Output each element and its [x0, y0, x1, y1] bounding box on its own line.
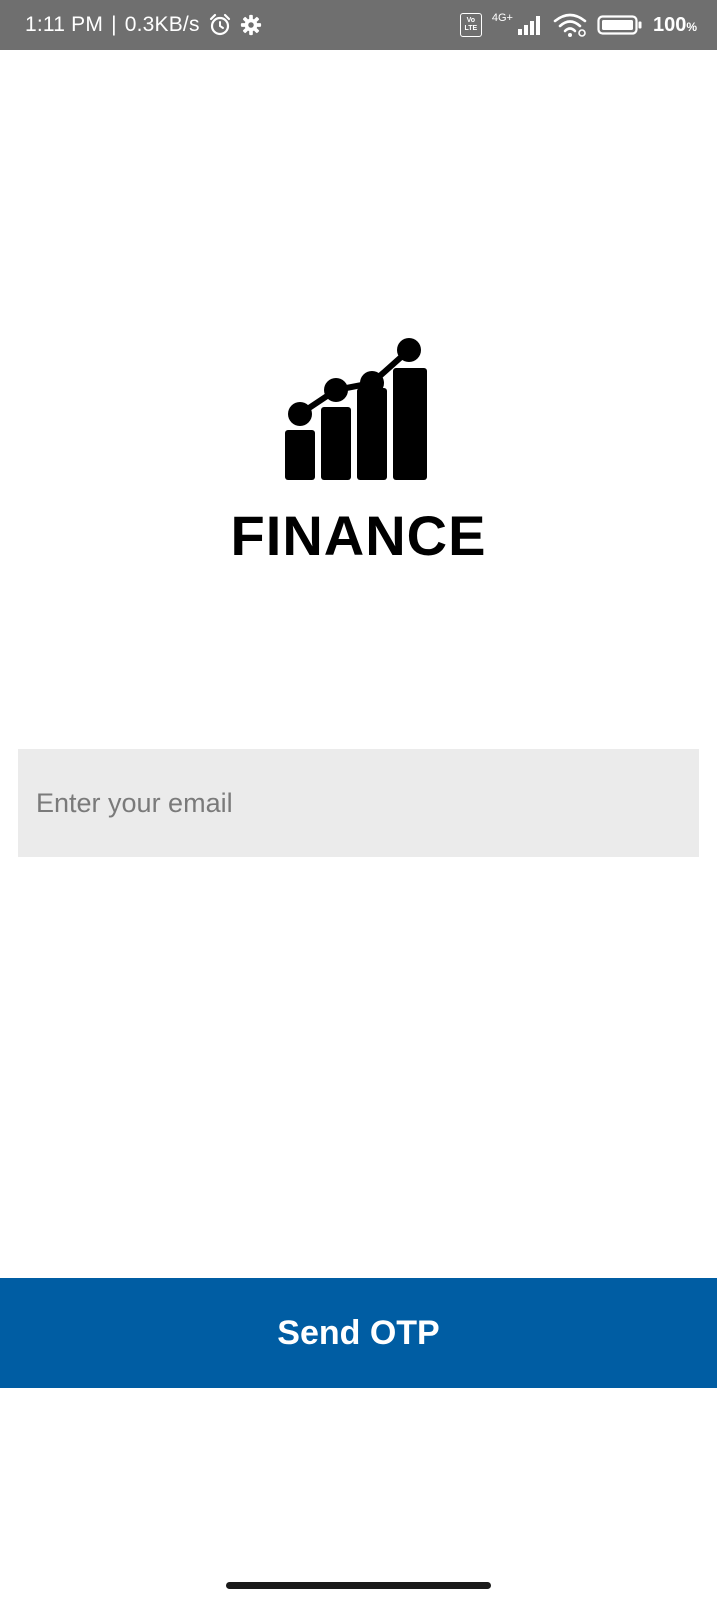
email-field[interactable]: [18, 749, 699, 857]
status-bar: 1:11 PM | 0.3KB/s Vo LTE 4G+ 100%: [0, 0, 717, 50]
battery-percent-value: 100: [652, 13, 687, 36]
gear-icon: [240, 14, 261, 36]
status-right: Vo LTE 4G+ 100%: [459, 0, 697, 50]
send-otp-button[interactable]: Send OTP: [0, 1278, 717, 1388]
app-title: FINANCE: [230, 504, 487, 567]
status-left: 1:11 PM | 0.3KB/s: [25, 0, 262, 50]
app-logo: FINANCE: [0, 330, 717, 566]
battery-percent: 100%: [653, 14, 697, 37]
battery-percent-unit: %: [686, 19, 697, 34]
finance-chart-icon: [284, 338, 427, 480]
volte-bottom-label: LTE: [464, 25, 478, 32]
network-speed: 0.3KB/s: [124, 13, 200, 36]
home-indicator[interactable]: [226, 1582, 491, 1589]
signal-icon: [517, 16, 540, 35]
wifi-icon: [553, 13, 587, 37]
volte-icon: Vo LTE: [459, 13, 482, 37]
network-type-label: 4G+: [491, 11, 513, 24]
status-time: 1:11 PM: [25, 13, 104, 36]
status-separator: |: [111, 13, 117, 36]
volte-top-label: Vo: [466, 17, 476, 24]
battery-icon: [597, 15, 642, 35]
alarm-icon: [209, 13, 230, 36]
